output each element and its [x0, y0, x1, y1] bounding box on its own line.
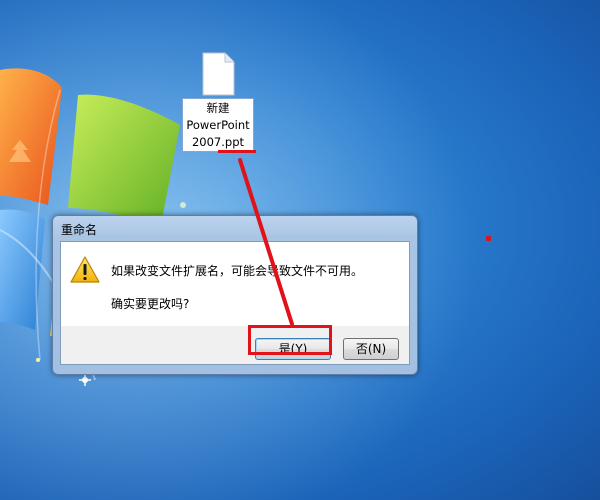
- dialog-message: 如果改变文件扩展名，可能会导致文件不可用。: [111, 264, 364, 278]
- rename-dialog: 重命名 如果改变文件扩展名，可能会导致文件不可用。 确实要更改吗? 是(Y) 否…: [52, 215, 418, 375]
- desktop: 新建 PowerPoint 2007.ppt 重命名 如果改变文件扩展名，可能会…: [0, 0, 600, 500]
- extension-underline-annotation: [218, 150, 256, 153]
- file-name-line-3: 2007.ppt: [191, 135, 245, 149]
- document-icon: [202, 52, 235, 96]
- dialog-body: 如果改变文件扩展名，可能会导致文件不可用。 确实要更改吗? 是(Y) 否(N): [60, 241, 410, 365]
- dialog-message-area: 如果改变文件扩展名，可能会导致文件不可用。 确实要更改吗?: [61, 242, 409, 326]
- yes-button-highlight-annotation: [248, 325, 332, 355]
- annotation-dot: [486, 236, 491, 241]
- no-button[interactable]: 否(N): [343, 338, 399, 360]
- dialog-title: 重命名: [61, 223, 98, 237]
- file-name-line-2: PowerPoint: [186, 118, 250, 132]
- file-name-line-1: 新建: [206, 101, 230, 115]
- file-name-edit-box[interactable]: 新建 PowerPoint 2007.ppt: [182, 98, 254, 152]
- file-icon[interactable]: [199, 52, 237, 96]
- dialog-question: 确实要更改吗?: [111, 297, 190, 311]
- warning-icon: [70, 256, 100, 283]
